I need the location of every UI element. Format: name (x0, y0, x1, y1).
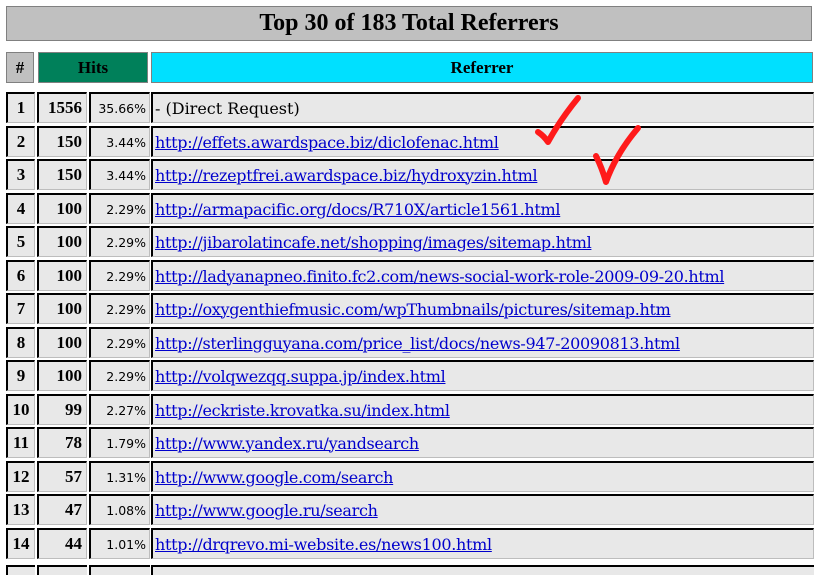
row-percent: 2.29% (89, 226, 150, 257)
row-number: 6 (6, 260, 35, 291)
row-hits: 99 (37, 394, 87, 425)
referrer-link[interactable]: http://rezeptfrei.awardspace.biz/hydroxy… (155, 166, 538, 185)
row-hits: 100 (37, 293, 87, 324)
referrer-link[interactable]: http://jibarolatincafe.net/shopping/imag… (155, 233, 592, 252)
row-number: 7 (6, 293, 35, 324)
table-row: 6 100 2.29% http://ladyanapneo.finito.fc2.c… (6, 260, 814, 292)
row-referrer: - (Direct Request) (151, 92, 814, 123)
table-row: 11 78 1.79% http://www.yandex.ru/yandsearch (6, 427, 814, 459)
row-number: 5 (6, 226, 35, 257)
table-row: 9 100 2.29% http://volqwezqq.suppa.jp/index… (6, 360, 814, 392)
row-hits: 100 (37, 260, 87, 291)
table-title: Top 30 of 183 Total Referrers (6, 6, 812, 41)
column-header-number: # (6, 52, 34, 83)
row-percent: 2.29% (89, 260, 150, 291)
row-hits: 150 (37, 159, 87, 190)
row-referrer: http://volqwezqq.suppa.jp/index.html (151, 360, 814, 391)
row-hits: 57 (37, 461, 87, 492)
row-referrer: http://drqrevo.mi-website.es/news100.htm… (151, 528, 814, 559)
row-percent: 3.44% (89, 159, 150, 190)
row-hits: 78 (37, 427, 87, 458)
row-hits: 44 (37, 528, 87, 559)
table-row: 8 100 2.29% http://sterlingguyana.com/price… (6, 327, 814, 359)
row-percent: 2.29% (89, 327, 150, 358)
table-row: 4 100 2.29% http://armapacific.org/docs/R71… (6, 193, 814, 225)
row-number: 8 (6, 327, 35, 358)
column-header-hits: Hits (38, 52, 148, 83)
row-number: 13 (6, 494, 35, 525)
row-referrer: http://oxygenthiefmusic.com/wpThumbnails… (151, 293, 814, 324)
referrer-link[interactable]: http://drqrevo.mi-website.es/news100.htm… (155, 535, 492, 554)
next-row-partial (6, 565, 814, 575)
row-referrer: http://ladyanapneo.finito.fc2.com/news-s… (151, 260, 814, 291)
row-percent: 1.01% (89, 528, 150, 559)
row-percent: 1.31% (89, 461, 150, 492)
row-referrer: http://jibarolatincafe.net/shopping/imag… (151, 226, 814, 257)
row-number: 12 (6, 461, 35, 492)
row-hits: 47 (37, 494, 87, 525)
row-hits: 100 (37, 327, 87, 358)
row-hits: 100 (37, 226, 87, 257)
referrer-link[interactable]: http://volqwezqq.suppa.jp/index.html (155, 367, 446, 386)
referrer-link[interactable]: http://sterlingguyana.com/price_list/doc… (155, 334, 680, 353)
referrer-link[interactable]: http://eckriste.krovatka.su/index.html (155, 401, 450, 420)
row-referrer: http://armapacific.org/docs/R710X/articl… (151, 193, 814, 224)
referrer-link[interactable]: http://armapacific.org/docs/R710X/articl… (155, 200, 561, 219)
referrer-link[interactable]: http://www.yandex.ru/yandsearch (155, 434, 419, 453)
table-row: 12 57 1.31% http://www.google.com/search (6, 461, 814, 493)
table-row: 3 150 3.44% http://rezeptfrei.awardspace.bi… (6, 159, 814, 191)
row-number: 9 (6, 360, 35, 391)
row-percent: 2.29% (89, 193, 150, 224)
row-hits: 1556 (37, 92, 87, 123)
row-referrer: http://www.google.com/search (151, 461, 814, 492)
row-number: 3 (6, 159, 35, 190)
row-number: 11 (6, 427, 35, 458)
referrer-link[interactable]: http://www.google.com/search (155, 468, 393, 487)
table-row: 7 100 2.29% http://oxygenthiefmusic.com/wpT… (6, 293, 814, 325)
row-referrer: http://rezeptfrei.awardspace.biz/hydroxy… (151, 159, 814, 190)
table-row: 5 100 2.29% http://jibarolatincafe.net/shop… (6, 226, 814, 258)
row-number: 4 (6, 193, 35, 224)
table-row: 2 150 3.44% http://effets.awardspace.biz/di… (6, 126, 814, 158)
referrer-link[interactable]: http://effets.awardspace.biz/diclofenac.… (155, 133, 499, 152)
row-percent: 35.66% (89, 92, 150, 123)
row-hits: 150 (37, 126, 87, 157)
row-percent: 2.29% (89, 360, 150, 391)
row-referrer: http://sterlingguyana.com/price_list/doc… (151, 327, 814, 358)
row-number: 2 (6, 126, 35, 157)
row-referrer: http://eckriste.krovatka.su/index.html (151, 394, 814, 425)
row-number: 14 (6, 528, 35, 559)
referrer-text: - (Direct Request) (155, 98, 300, 118)
row-referrer: http://effets.awardspace.biz/diclofenac.… (151, 126, 814, 157)
row-percent: 2.29% (89, 293, 150, 324)
row-referrer: http://www.google.ru/search (151, 494, 814, 525)
referrer-link[interactable]: http://www.google.ru/search (155, 501, 378, 520)
referrer-link[interactable]: http://oxygenthiefmusic.com/wpThumbnails… (155, 300, 671, 319)
row-hits: 100 (37, 360, 87, 391)
table-row: 14 44 1.01% http://drqrevo.mi-website.es/ne… (6, 528, 814, 560)
referrer-link[interactable]: http://ladyanapneo.finito.fc2.com/news-s… (155, 267, 724, 286)
table-row: 13 47 1.08% http://www.google.ru/search (6, 494, 814, 526)
column-header-referrer: Referrer (151, 52, 813, 83)
row-number: 1 (6, 92, 35, 123)
row-percent: 1.79% (89, 427, 150, 458)
table-row: 10 99 2.27% http://eckriste.krovatka.su/ind… (6, 394, 814, 426)
row-hits: 100 (37, 193, 87, 224)
table-row: 1 1556 35.66% - (Direct Request) (6, 92, 814, 124)
row-percent: 3.44% (89, 126, 150, 157)
row-percent: 1.08% (89, 494, 150, 525)
row-referrer: http://www.yandex.ru/yandsearch (151, 427, 814, 458)
row-number: 10 (6, 394, 35, 425)
row-percent: 2.27% (89, 394, 150, 425)
